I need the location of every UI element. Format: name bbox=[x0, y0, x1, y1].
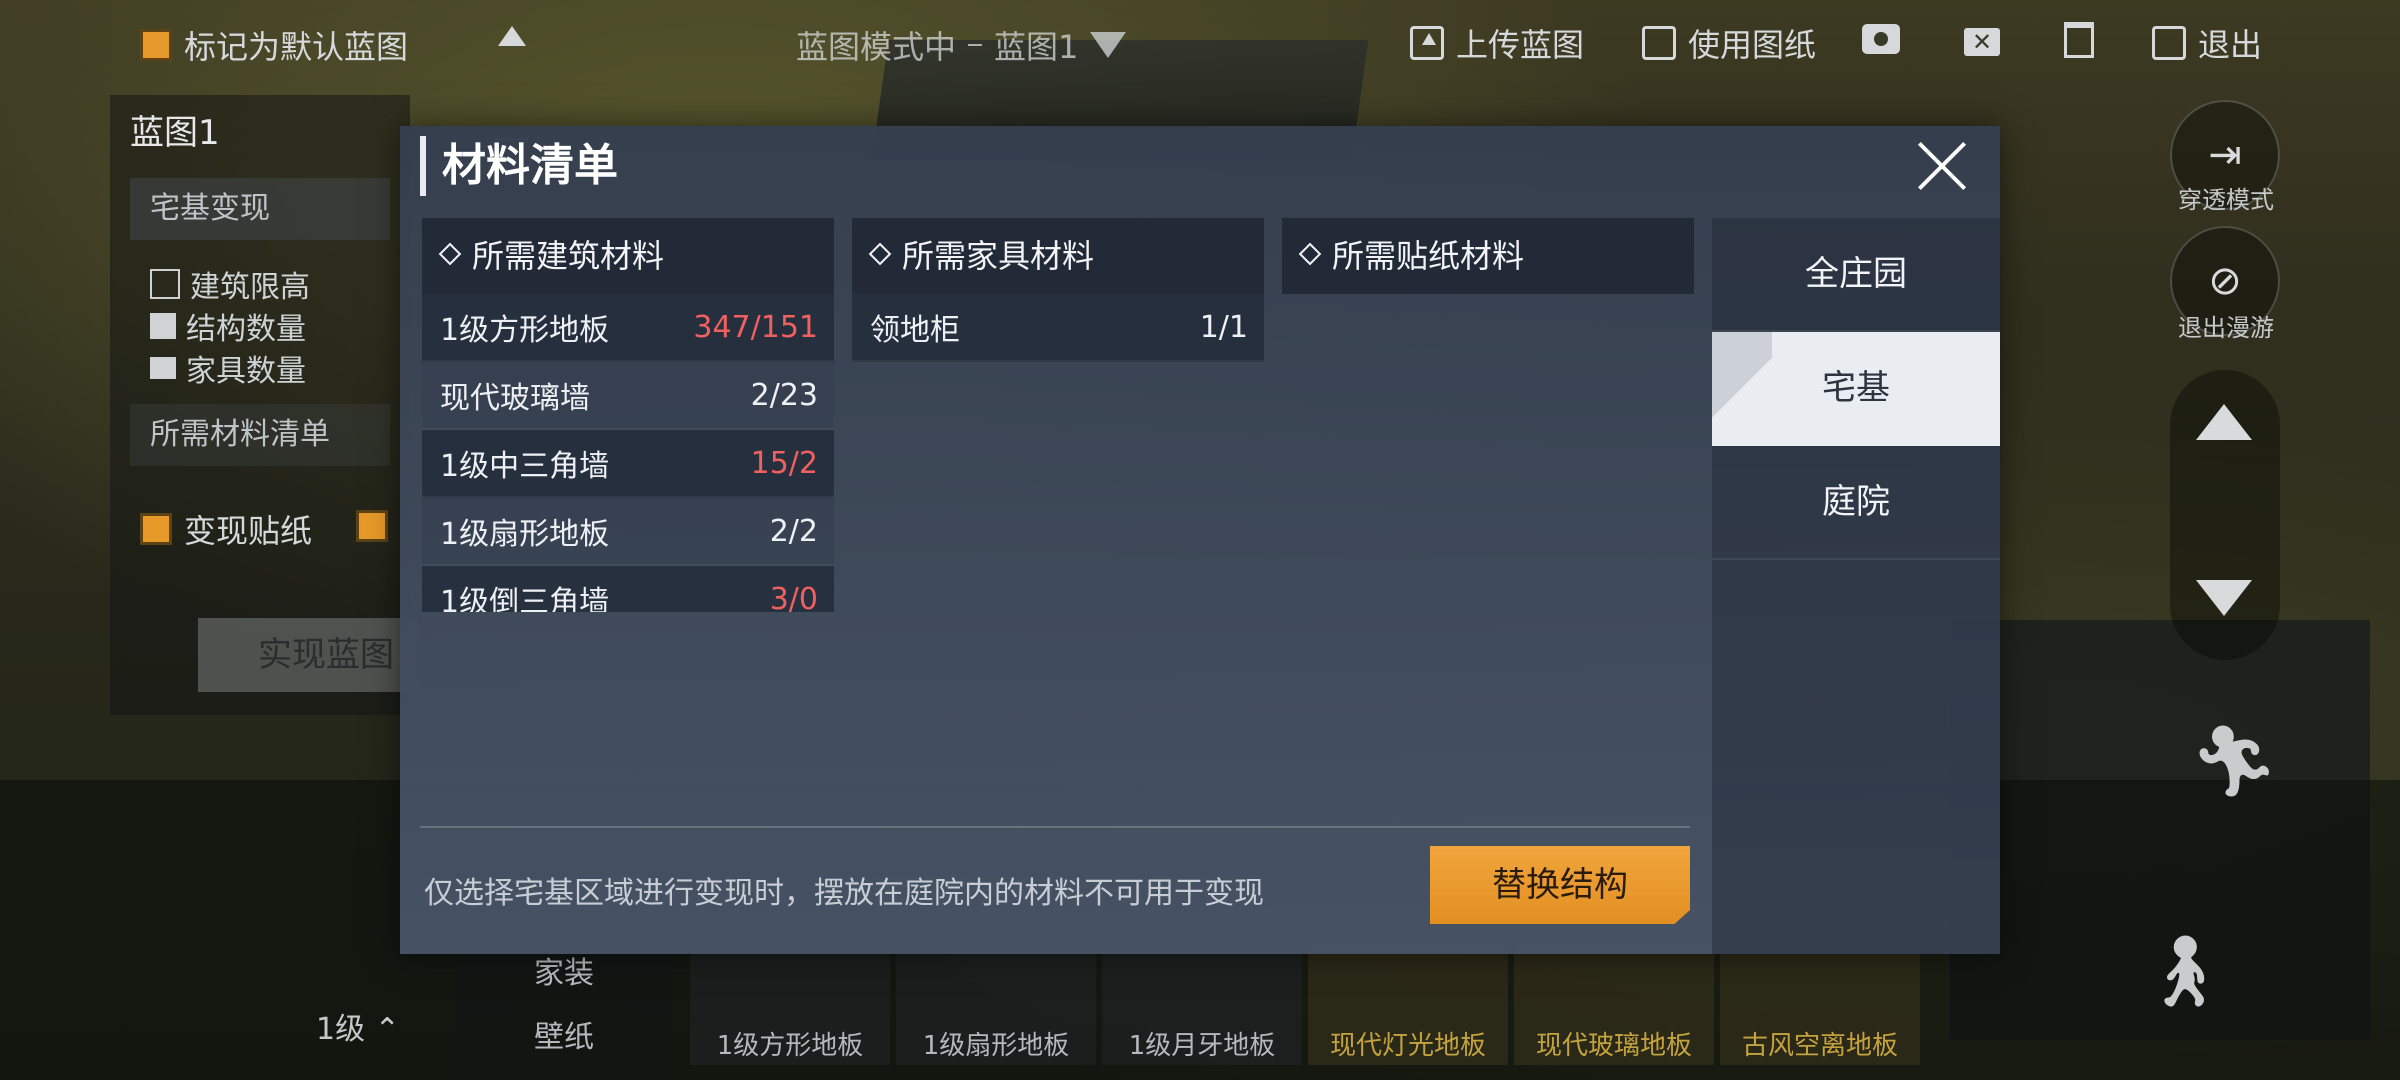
tab-whole-estate[interactable]: 全庄园 bbox=[1712, 218, 2000, 332]
drawing-icon bbox=[1642, 26, 1676, 60]
sticker-toggle[interactable]: 变现贴纸 bbox=[140, 506, 312, 552]
material-count: 347/151 bbox=[693, 309, 818, 345]
use-drawing-button[interactable]: 使用图纸 bbox=[1642, 20, 1816, 66]
building-materials-list[interactable]: 1级方形地板 347/151 现代玻璃墙 2/23 1级中三角墙 15/2 1级扇形地板 2/… bbox=[422, 294, 834, 612]
mark-default-checkbox[interactable] bbox=[140, 29, 172, 61]
exit-button[interactable]: 退出 bbox=[2152, 20, 2262, 66]
material-row: 1级倒三角墙 3/0 bbox=[422, 566, 834, 612]
divider bbox=[420, 826, 1690, 828]
materials-list-dialog: 材料清单 所需建筑材料 1级方形地板 347/151 现代玻璃墙 2/23 1级中三角墙… bbox=[400, 126, 2000, 954]
realize-note: 仅选择宅基区域进行变现时，摆放在庭院内的材料不可用于变现 bbox=[424, 876, 1264, 911]
exit-icon bbox=[2152, 26, 2186, 60]
crouch-icon[interactable]: 🚶︎ bbox=[2140, 930, 2229, 1013]
level-label: 1级 bbox=[316, 1012, 366, 1047]
diamond-icon bbox=[438, 242, 462, 266]
blueprint-name: 蓝图1 bbox=[130, 113, 220, 153]
sticker-checkbox[interactable] bbox=[140, 513, 172, 545]
building-materials-header: 所需建筑材料 bbox=[422, 218, 834, 294]
material-name: 1级扇形地板 bbox=[440, 517, 610, 552]
tab-courtyard[interactable]: 庭院 bbox=[1712, 446, 2000, 560]
material-name: 1级方形地板 bbox=[440, 313, 610, 348]
sticker-materials-title: 所需贴纸材料 bbox=[1332, 237, 1525, 275]
upload-label: 上传蓝图 bbox=[1456, 26, 1585, 64]
trash-icon[interactable] bbox=[2064, 22, 2094, 58]
sticker-materials-column: 所需贴纸材料 bbox=[1282, 218, 1694, 612]
material-name: 领地柜 bbox=[870, 313, 960, 348]
diamond-icon bbox=[1298, 242, 1322, 266]
height-limit-icon bbox=[150, 269, 180, 299]
material-name: 1级中三角墙 bbox=[440, 449, 610, 484]
material-count: 15/2 bbox=[750, 445, 818, 481]
mark-default-toggle[interactable]: 标记为默认蓝图 bbox=[140, 22, 408, 68]
furniture-icon bbox=[150, 357, 176, 379]
category-wallpaper[interactable]: 壁纸 bbox=[456, 1006, 672, 1070]
material-row: 1级中三角墙 15/2 bbox=[422, 430, 834, 498]
height-limit-label: 建筑限高 bbox=[190, 270, 310, 305]
clear-icon[interactable]: ✕ bbox=[1964, 28, 2000, 56]
dialog-title: 材料清单 bbox=[420, 136, 618, 196]
material-row: 1级方形地板 347/151 bbox=[422, 294, 834, 362]
build-item-5[interactable]: 现代玻璃地板 bbox=[1514, 945, 1714, 1065]
level-selector[interactable]: 1级 ⌃ bbox=[316, 1004, 400, 1048]
close-icon[interactable] bbox=[1914, 138, 1970, 194]
furniture-materials-column: 所需家具材料 领地柜 1/1 bbox=[852, 218, 1264, 612]
upload-blueprint-button[interactable]: 上传蓝图 bbox=[1410, 20, 1584, 66]
camera-icon[interactable] bbox=[1862, 24, 1900, 54]
upload-icon bbox=[1410, 26, 1444, 60]
building-materials-column: 所需建筑材料 1级方形地板 347/151 现代玻璃墙 2/23 1级中三角墙 15/2 1… bbox=[422, 218, 834, 612]
exit-roam-icon: ⊘ bbox=[2208, 258, 2242, 304]
collapse-up-icon[interactable] bbox=[498, 26, 526, 46]
chevron-up-icon: ⌃ bbox=[374, 1012, 400, 1047]
material-name: 1级倒三角墙 bbox=[440, 585, 610, 612]
structure-icon bbox=[150, 313, 176, 339]
furniture-materials-list[interactable]: 领地柜 1/1 bbox=[852, 294, 1264, 612]
tab-homestead[interactable]: 宅基 bbox=[1712, 332, 2000, 446]
see-through-icon: ⇥ bbox=[2208, 132, 2242, 178]
arrow-down-icon[interactable] bbox=[2196, 580, 2252, 616]
build-item-6[interactable]: 古风空离地板 bbox=[1720, 945, 1920, 1065]
exit-label: 退出 bbox=[2198, 26, 2263, 64]
build-item-1[interactable]: 1级方形地板 bbox=[690, 945, 890, 1065]
furniture-materials-title: 所需家具材料 bbox=[902, 237, 1095, 275]
height-limit-row: 建筑限高 bbox=[150, 262, 310, 306]
replace-structure-button[interactable]: 替换结构 bbox=[1430, 846, 1690, 924]
material-count: 2/23 bbox=[750, 377, 818, 413]
material-count: 2/2 bbox=[769, 513, 818, 549]
material-count: 1/1 bbox=[1199, 309, 1248, 345]
jump-icon[interactable]: 🏃︎ bbox=[2190, 720, 2279, 803]
furniture-materials-header: 所需家具材料 bbox=[852, 218, 1264, 294]
furniture-count-label: 家具数量 bbox=[186, 354, 306, 389]
structure-count-row: 结构数量 bbox=[150, 304, 306, 348]
see-through-label: 穿透模式 bbox=[2178, 186, 2274, 214]
mark-default-label: 标记为默认蓝图 bbox=[184, 28, 409, 66]
use-drawing-label: 使用图纸 bbox=[1688, 26, 1817, 64]
material-row: 1级扇形地板 2/2 bbox=[422, 498, 834, 566]
realize-blueprint-button[interactable]: 实现蓝图 bbox=[198, 618, 418, 692]
sticker-materials-list[interactable] bbox=[1282, 294, 1694, 612]
furniture-count-row: 家具数量 bbox=[150, 346, 306, 390]
build-item-2[interactable]: 1级扇形地板 bbox=[896, 945, 1096, 1065]
structure-count-label: 结构数量 bbox=[186, 312, 306, 347]
sticker-materials-header: 所需贴纸材料 bbox=[1282, 218, 1694, 294]
sticker-label: 变现贴纸 bbox=[184, 512, 313, 550]
material-name: 现代玻璃墙 bbox=[440, 381, 590, 416]
material-row: 领地柜 1/1 bbox=[852, 294, 1264, 362]
material-count: 3/0 bbox=[769, 581, 818, 613]
realize-mode-select[interactable]: 宅基变现 bbox=[130, 178, 390, 240]
blueprint-mode-indicator: 蓝图模式中 蓝图1 bbox=[796, 22, 1127, 68]
diamond-icon bbox=[868, 242, 892, 266]
material-row: 现代玻璃墙 2/23 bbox=[422, 362, 834, 430]
area-tabs: 全庄园 宅基 庭院 bbox=[1712, 218, 2000, 954]
second-checkbox[interactable] bbox=[356, 510, 388, 542]
materials-list-link[interactable]: 所需材料清单 bbox=[130, 404, 390, 466]
build-item-3[interactable]: 1级月牙地板 bbox=[1102, 945, 1302, 1065]
build-item-4[interactable]: 现代灯光地板 bbox=[1308, 945, 1508, 1065]
dropdown-arrow-icon[interactable] bbox=[1090, 32, 1127, 58]
mode-label: 蓝图模式中 bbox=[796, 28, 957, 66]
blueprint-selector[interactable]: 蓝图1 bbox=[994, 22, 1078, 68]
exit-roam-label: 退出漫游 bbox=[2178, 314, 2274, 342]
arrow-up-icon[interactable] bbox=[2196, 404, 2252, 440]
building-materials-title: 所需建筑材料 bbox=[472, 237, 665, 275]
